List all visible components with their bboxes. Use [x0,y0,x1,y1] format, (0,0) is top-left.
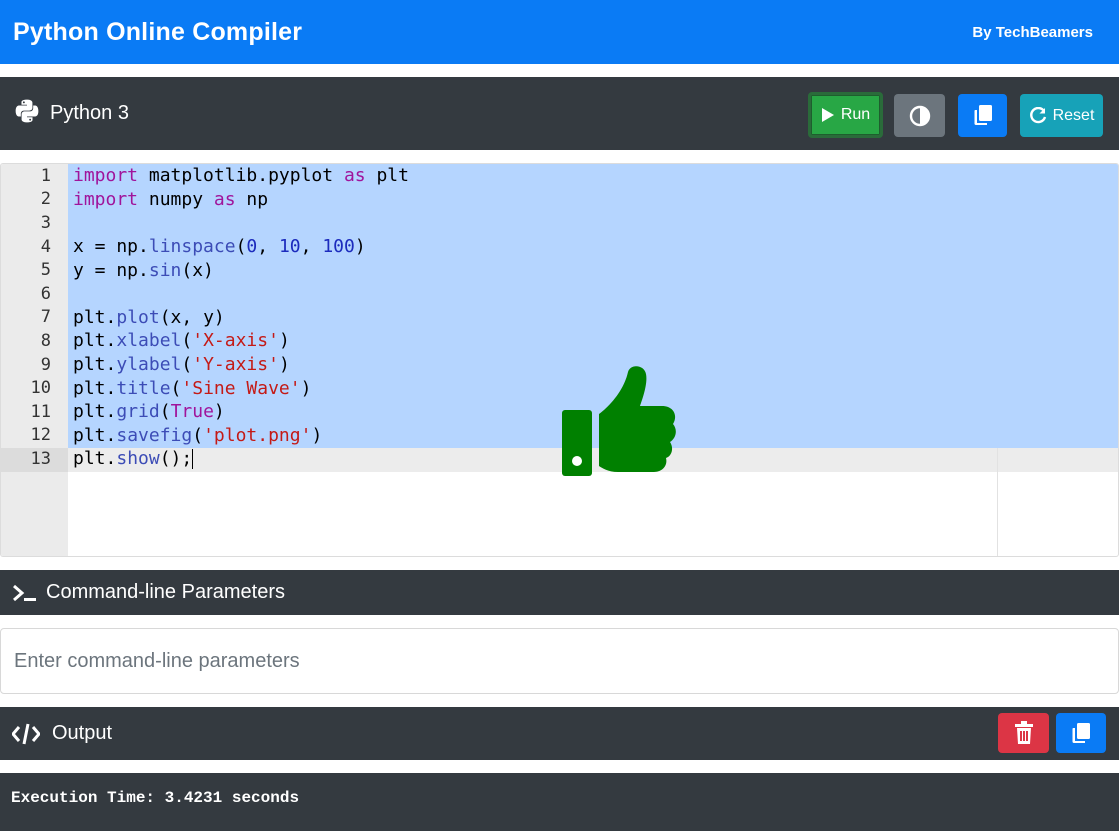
params-input[interactable] [0,628,1119,694]
line-number: 12 [30,425,51,446]
copy-output-button[interactable] [1056,713,1106,753]
run-button[interactable]: Run [808,92,883,138]
code-line[interactable]: 3 [1,211,1118,235]
output-header: Output [0,707,1119,760]
params-title: Command-line Parameters [46,581,285,603]
line-number: 13 [30,448,51,469]
line-number: 4 [40,236,51,257]
output-console: Execution Time: 3.4231 seconds [0,773,1119,831]
code-text: plt.grid(True) [73,401,225,423]
params-header: Command-line Parameters [0,570,1119,615]
language-label[interactable]: Python 3 [50,102,129,125]
language-bar: Python 3 [0,77,1119,150]
line-number: 9 [40,354,51,375]
code-line[interactable]: 7 plt.plot(x, y) [1,306,1118,330]
code-line[interactable]: 1 import matplotlib.pyplot as plt [1,164,1118,188]
output-title: Output [52,722,113,744]
code-line[interactable]: 6 [1,282,1118,306]
trash-icon [1014,721,1033,744]
copy-code-button[interactable] [958,94,1007,137]
code-text: import numpy as np [73,188,269,210]
code-line[interactable]: 4 x = np.linspace(0, 10, 100) [1,235,1118,259]
line-number: 11 [30,401,51,422]
line-number: 1 [40,165,51,186]
line-number: 10 [30,378,51,399]
thumbs-up-icon [558,360,678,478]
contrast-icon [909,105,930,126]
byline-link[interactable]: By TechBeamers [972,24,1093,41]
copy-icon [973,105,992,125]
terminal-icon [13,584,36,601]
code-text: plt.xlabel('X-axis') [73,330,290,352]
line-number: 5 [40,260,51,281]
code-icon [12,723,40,744]
code-line[interactable]: 5 y = np.sin(x) [1,258,1118,282]
line-number: 2 [40,189,51,210]
refresh-icon [1029,106,1046,123]
line-number: 7 [40,307,51,328]
copy-icon [1072,722,1090,743]
code-line[interactable]: 2 import numpy as np [1,188,1118,212]
line-number: 8 [40,330,51,351]
code-text: import matplotlib.pyplot as plt [73,165,409,187]
app-header: Python Online Compiler By TechBeamers [0,0,1119,64]
run-label: Run [840,106,871,123]
code-text: plt.show(); [73,448,194,470]
code-text: plt.plot(x, y) [73,306,225,328]
line-number: 6 [40,283,51,304]
page-title: Python Online Compiler [13,17,303,46]
code-text: plt.savefig('plot.png') [73,424,323,446]
code-text: plt.title('Sine Wave') [73,377,312,399]
text-cursor [192,449,194,470]
theme-toggle-button[interactable] [894,94,945,137]
python-icon [14,98,40,129]
play-icon [821,108,834,122]
line-number: 3 [40,212,51,233]
code-line[interactable]: 8 plt.xlabel('X-axis') [1,329,1118,353]
reset-label: Reset [1052,106,1095,124]
code-text: y = np.sin(x) [73,259,214,281]
code-text: plt.ylabel('Y-axis') [73,354,290,376]
reset-button[interactable]: Reset [1020,94,1103,137]
clear-output-button[interactable] [998,713,1049,753]
output-text: Execution Time: 3.4231 seconds [11,789,300,807]
code-text: x = np.linspace(0, 10, 100) [73,236,366,258]
